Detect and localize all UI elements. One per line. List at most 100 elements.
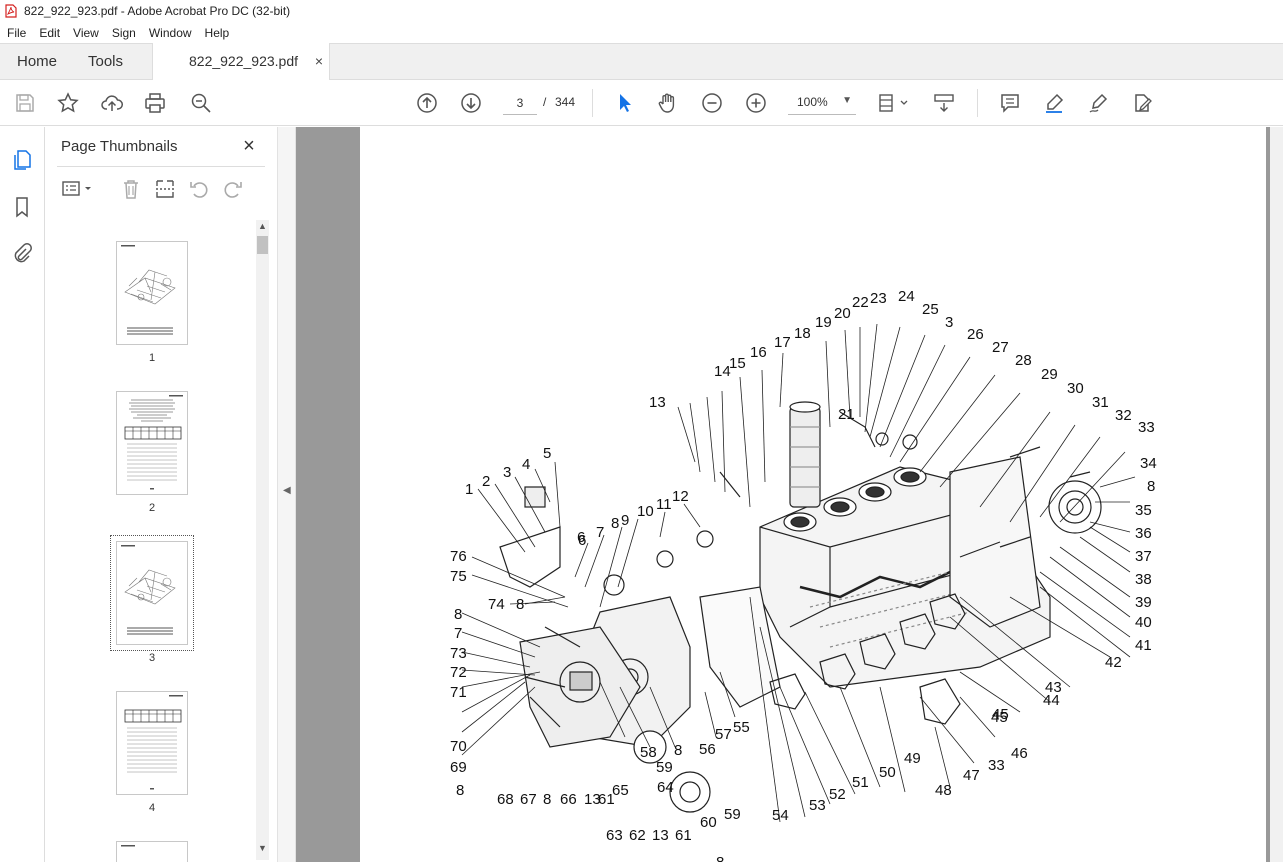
- save-icon[interactable]: [13, 91, 37, 115]
- rotate-right-icon[interactable]: [221, 177, 245, 201]
- callout-label: 13: [652, 827, 669, 844]
- thumbnail-preview: [121, 245, 176, 335]
- page-thumbnail-3[interactable]: [110, 535, 194, 651]
- panel-splitter[interactable]: ◀: [277, 127, 296, 862]
- callout-label: 56: [699, 741, 716, 758]
- delete-page-icon[interactable]: [119, 177, 143, 201]
- callout-label: 31: [1092, 394, 1109, 411]
- callout-label: 3: [945, 314, 953, 331]
- callout-label: 35: [1135, 502, 1152, 519]
- zoom-search-icon[interactable]: [189, 91, 213, 115]
- tab-tools[interactable]: Tools: [88, 44, 123, 80]
- comment-icon[interactable]: [998, 91, 1022, 115]
- zoom-out-icon[interactable]: [700, 91, 724, 115]
- zoom-level-value: 100%: [797, 95, 828, 109]
- callout-label: 44: [1043, 692, 1060, 709]
- print-icon[interactable]: [143, 91, 167, 115]
- callout-label: 22: [852, 294, 869, 311]
- callout-label: 1: [465, 481, 473, 498]
- panel-title: Page Thumbnails: [61, 138, 178, 155]
- tab-home[interactable]: Home: [17, 44, 57, 80]
- callout-label: 70: [450, 738, 467, 755]
- panel-divider: [57, 166, 265, 167]
- callout-label: 59: [724, 806, 741, 823]
- callout-label: 33: [988, 757, 1005, 774]
- callout-label: 36: [1135, 525, 1152, 542]
- zoom-level-select[interactable]: 100% ▼: [788, 91, 856, 115]
- page-thumbnails-icon[interactable]: [10, 148, 34, 172]
- extract-pages-icon[interactable]: [153, 177, 177, 201]
- callout-label: 57: [715, 726, 732, 743]
- callout-label: 66: [560, 791, 577, 808]
- document-scrollbar[interactable]: [1270, 127, 1283, 862]
- callout-label: 13: [584, 791, 601, 808]
- page-thumbnail-2[interactable]: [116, 391, 188, 495]
- thumbnail-preview: [124, 695, 183, 790]
- callout-label: 68: [497, 791, 514, 808]
- acrobat-pdf-icon: [4, 4, 18, 18]
- menu-file[interactable]: File: [0, 26, 32, 40]
- page-separator: /: [543, 95, 547, 109]
- total-pages: 344: [555, 95, 576, 109]
- page-thumbnail-4[interactable]: [116, 691, 188, 795]
- main-toolbar: / 344 100% ▼: [0, 80, 1283, 126]
- document-viewport[interactable]: 1 2 3 4 5 6 7 8 9 10 11 12 13 14 15 16 1…: [296, 127, 1270, 867]
- thumbnail-options-menu-icon[interactable]: [61, 177, 95, 201]
- callout-label: 64: [657, 779, 674, 796]
- callout-label: 42: [1105, 654, 1122, 671]
- scroll-down-arrow-icon[interactable]: ▼: [256, 842, 269, 855]
- callout-label: 18: [794, 325, 811, 342]
- page-thumbnail-5[interactable]: [116, 841, 188, 862]
- thumbnail-label: 4: [148, 802, 156, 814]
- page-fit-icon[interactable]: [876, 91, 912, 115]
- menu-view[interactable]: View: [66, 26, 105, 40]
- collapse-panel-arrow-icon[interactable]: ◀: [283, 485, 291, 496]
- callout-label: 29: [1041, 366, 1058, 383]
- thumbnail-scrollbar[interactable]: ▲ ▼: [256, 220, 269, 860]
- close-tab-icon[interactable]: ×: [315, 43, 323, 80]
- next-page-icon[interactable]: [459, 91, 483, 115]
- sign-pen-icon[interactable]: [1086, 91, 1110, 115]
- callout-label: 11: [656, 496, 672, 513]
- bookmarks-icon[interactable]: [10, 195, 34, 219]
- callout-label: 7: [454, 625, 462, 642]
- callout-label: 8: [456, 782, 464, 799]
- highlight-pen-icon[interactable]: [1042, 91, 1066, 115]
- zoom-in-icon[interactable]: [744, 91, 768, 115]
- upload-cloud-icon[interactable]: [100, 91, 124, 115]
- scroll-mode-icon[interactable]: [932, 91, 956, 115]
- callout-label: 13: [649, 394, 666, 411]
- callout-label: 24: [898, 288, 915, 305]
- page-thumbnails-panel: Page Thumbnails × 1 2 3 4 ▲ ▼: [45, 127, 277, 862]
- thumbnail-label: 2: [148, 502, 156, 514]
- menu-edit[interactable]: Edit: [32, 26, 66, 40]
- menu-window[interactable]: Window: [142, 26, 198, 40]
- fill-sign-icon[interactable]: [1130, 91, 1154, 115]
- rotate-left-icon[interactable]: [187, 177, 211, 201]
- scrollbar-thumb[interactable]: [257, 236, 268, 254]
- callout-label: 47: [963, 767, 980, 784]
- thumbnail-label: 1: [148, 352, 156, 364]
- attachments-paperclip-icon[interactable]: [10, 241, 34, 265]
- menu-help[interactable]: Help: [198, 26, 236, 40]
- tab-document[interactable]: 822_922_923.pdf ×: [152, 43, 330, 81]
- callout-label: 16: [750, 344, 767, 361]
- callout-label: 62: [629, 827, 646, 844]
- callout-label: 58: [640, 744, 657, 761]
- bookmark-star-icon[interactable]: [56, 91, 80, 115]
- callout-label: 20: [834, 305, 851, 322]
- menu-sign[interactable]: Sign: [105, 26, 142, 40]
- select-cursor-icon[interactable]: [613, 91, 637, 115]
- callout-label: 51: [852, 774, 869, 791]
- callout-label: 33: [1138, 419, 1155, 436]
- callout-label: 38: [1135, 571, 1152, 588]
- previous-page-icon[interactable]: [415, 91, 439, 115]
- callout-label: 34: [1140, 455, 1157, 472]
- close-panel-icon[interactable]: ×: [239, 135, 259, 158]
- page-thumbnail-1[interactable]: [116, 241, 188, 345]
- scroll-up-arrow-icon[interactable]: ▲: [256, 220, 269, 233]
- callout-label: 10: [637, 503, 654, 520]
- toolbar-divider: [592, 89, 593, 117]
- page-number-input[interactable]: [503, 91, 537, 115]
- hand-tool-icon[interactable]: [656, 91, 680, 115]
